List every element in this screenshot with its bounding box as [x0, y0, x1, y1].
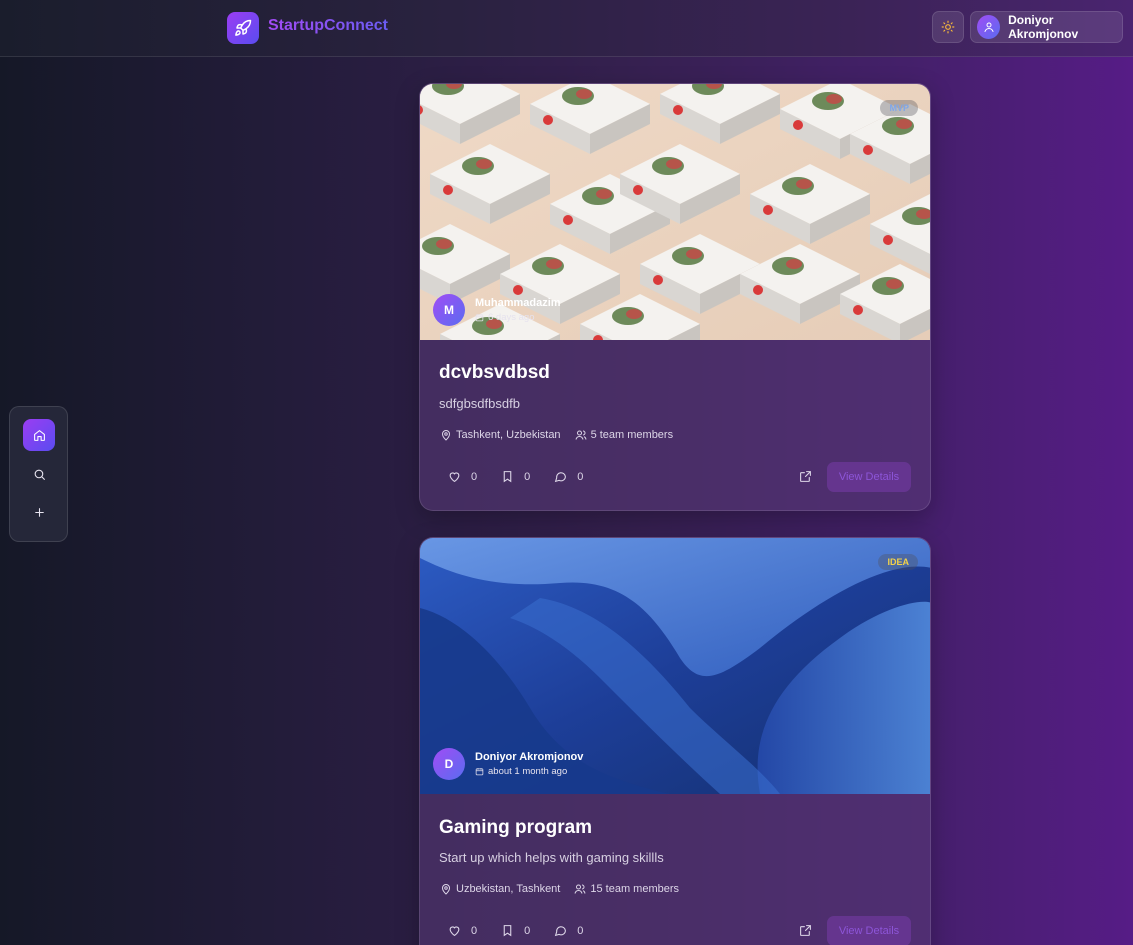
like-count: 0 [471, 924, 478, 937]
view-details-button[interactable]: View Details [827, 916, 911, 945]
author-name: Doniyor Akromjonov [475, 751, 584, 763]
comment-button[interactable]: 0 [554, 924, 583, 937]
bookmark-button[interactable]: 0 [501, 470, 530, 483]
team-size: 5 team members [575, 429, 674, 441]
plus-icon [34, 507, 44, 517]
dock-create-button[interactable] [23, 496, 55, 528]
startup-meta: Uzbekistan, Tashkent 15 team members [440, 883, 693, 895]
user-icon [984, 22, 994, 32]
author-avatar: D [433, 748, 465, 780]
post-time: 6 days ago [475, 312, 561, 323]
comment-icon [555, 472, 567, 483]
card-actions: 0 0 0 [448, 924, 607, 937]
sun-icon [941, 20, 955, 34]
calendar-icon [475, 314, 484, 322]
search-icon [34, 469, 45, 480]
author-avatar: M [433, 294, 465, 326]
author-info[interactable]: M Muhammadazim 6 days ago [433, 294, 561, 326]
map-pin-icon [441, 884, 451, 895]
location-text: Tashkent, Uzbekistan [456, 429, 561, 441]
location: Tashkent, Uzbekistan [440, 429, 561, 441]
card-actions: 0 0 0 [448, 470, 607, 483]
like-button[interactable]: 0 [448, 924, 477, 937]
team-size: 15 team members [574, 883, 679, 895]
startup-cover-image: IDEA D Doniyor Akromjonov about 1 month … [420, 538, 930, 794]
bookmark-count: 0 [524, 470, 531, 483]
bookmark-button[interactable]: 0 [501, 924, 530, 937]
bookmark-count: 0 [524, 924, 531, 937]
startup-card[interactable]: IDEA D Doniyor Akromjonov about 1 month … [419, 537, 931, 945]
bookmark-icon [503, 471, 512, 483]
comment-count: 0 [577, 470, 584, 483]
like-button[interactable]: 0 [448, 470, 477, 483]
side-dock [9, 406, 68, 542]
author-info[interactable]: D Doniyor Akromjonov about 1 month ago [433, 748, 583, 780]
theme-toggle-button[interactable] [932, 11, 964, 43]
dock-search-button[interactable] [23, 458, 55, 490]
startup-card[interactable]: MVP M Muhammadazim 6 days ago dcvbsvdbsd… [419, 83, 931, 511]
share-button[interactable] [799, 470, 812, 488]
startup-cover-image: MVP M Muhammadazim 6 days ago [420, 84, 930, 340]
top-navbar: StartupConnect Doniyor Akromjonov [0, 0, 1133, 57]
calendar-icon [475, 768, 484, 776]
team-size-text: 5 team members [590, 429, 674, 441]
location: Uzbekistan, Tashkent [440, 883, 560, 895]
external-link-icon [800, 925, 811, 936]
share-button[interactable] [799, 924, 812, 942]
comment-icon [555, 926, 567, 937]
app-name[interactable]: StartupConnect [268, 17, 388, 35]
external-link-icon [800, 471, 811, 482]
user-name: Doniyor Akromjonov [1008, 13, 1079, 41]
startup-title[interactable]: Gaming program [439, 817, 592, 839]
team-size-text: 15 team members [590, 883, 680, 895]
dock-home-button[interactable] [23, 419, 55, 451]
users-icon [574, 884, 586, 894]
post-time-text: about 1 month ago [488, 766, 568, 777]
user-avatar [977, 15, 1001, 39]
home-icon [33, 429, 45, 441]
startup-meta: Tashkent, Uzbekistan 5 team members [440, 429, 687, 441]
location-text: Uzbekistan, Tashkent [456, 883, 561, 895]
users-icon [575, 430, 587, 440]
post-time: about 1 month ago [475, 766, 583, 777]
post-time-text: 6 days ago [488, 312, 535, 323]
user-menu-button[interactable]: Doniyor Akromjonov [970, 11, 1123, 43]
stage-badge: MVP [880, 100, 918, 116]
stage-badge: IDEA [878, 554, 918, 570]
view-details-button[interactable]: View Details [827, 462, 911, 492]
author-name: Muhammadazim [475, 297, 561, 309]
startup-description: Start up which helps with gaming skillls [439, 850, 664, 865]
like-count: 0 [471, 470, 478, 483]
comment-button[interactable]: 0 [554, 470, 583, 483]
heart-icon [449, 926, 460, 937]
map-pin-icon [441, 430, 451, 441]
bookmark-icon [503, 925, 512, 937]
rocket-logo-icon[interactable] [227, 12, 259, 44]
startup-title[interactable]: dcvbsvdbsd [439, 362, 550, 384]
heart-icon [449, 472, 460, 483]
comment-count: 0 [577, 924, 584, 937]
startup-description: sdfgbsdfbsdfb [439, 396, 520, 411]
